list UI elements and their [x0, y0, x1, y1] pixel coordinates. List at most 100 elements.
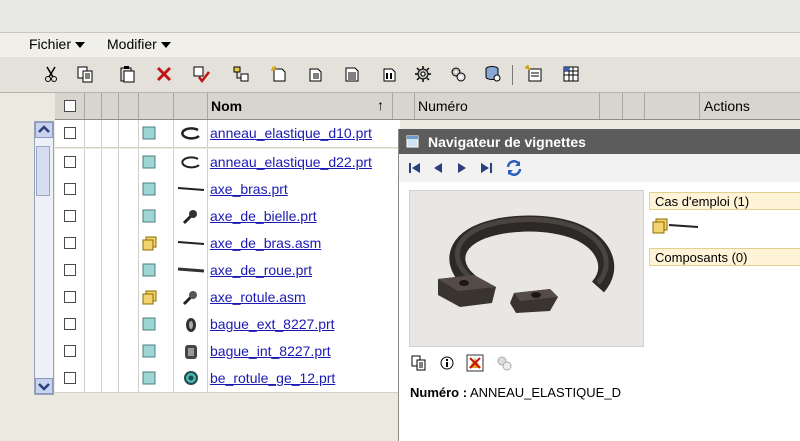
- row-col-2: [85, 338, 102, 365]
- number-value: ANNEAU_ELASTIQUE_D: [469, 385, 621, 400]
- next-page-icon[interactable]: [456, 162, 468, 174]
- table-view-icon[interactable]: [562, 65, 580, 83]
- previous-page-icon[interactable]: [432, 162, 444, 174]
- document-list-icon[interactable]: [343, 65, 361, 83]
- ball-joint-icon[interactable]: [182, 369, 200, 387]
- cut-icon[interactable]: [42, 65, 60, 83]
- row-name-link[interactable]: anneau_elastique_d22.prt: [210, 154, 372, 170]
- row-checkbox[interactable]: [64, 156, 76, 168]
- row-col-2: [85, 365, 102, 392]
- row-col-3: [102, 338, 119, 365]
- row-col-2: [85, 120, 102, 147]
- table-row[interactable]: axe_rotule.asm: [55, 284, 400, 312]
- sort-ascending-icon[interactable]: ↑: [377, 97, 384, 113]
- menu-modifier-label: Modifier: [107, 36, 157, 52]
- bushing-icon[interactable]: [183, 343, 199, 361]
- header-select-all-cell: [55, 93, 85, 119]
- thumbnail-preview[interactable]: [409, 190, 644, 347]
- table-row[interactable]: be_rotule_ge_12.prt: [55, 365, 400, 393]
- row-name-link[interactable]: bague_int_8227.prt: [210, 343, 331, 359]
- menu-fichier[interactable]: Fichier: [29, 36, 86, 52]
- row-name-link[interactable]: be_rotule_ge_12.prt: [210, 370, 335, 386]
- scroll-up-button[interactable]: [35, 122, 53, 138]
- row-select-cell: [55, 203, 85, 230]
- rod-icon[interactable]: [177, 238, 205, 248]
- used-in-accordion[interactable]: Cas d'emploi (1): [649, 192, 800, 210]
- table-row[interactable]: axe_bras.prt: [55, 176, 400, 204]
- row-name-link[interactable]: axe_de_bras.asm: [210, 235, 321, 251]
- vertical-scrollbar[interactable]: [34, 121, 54, 395]
- row-name-link[interactable]: anneau_elastique_d10.prt: [210, 125, 372, 141]
- rod-icon[interactable]: [177, 184, 205, 194]
- row-col-4: [119, 365, 139, 392]
- structure-icon[interactable]: [232, 65, 250, 83]
- delete-icon[interactable]: [155, 65, 173, 83]
- pin-icon[interactable]: [180, 207, 200, 227]
- row-col-2: [85, 311, 102, 338]
- open-viewer-icon[interactable]: [466, 354, 484, 372]
- menu-modifier[interactable]: Modifier: [107, 36, 171, 52]
- properties-icon[interactable]: [525, 65, 543, 83]
- scroll-down-button[interactable]: [35, 378, 53, 394]
- header-col-2: [85, 93, 102, 119]
- table-row[interactable]: anneau_elastique_d22.prt: [55, 149, 400, 177]
- header-thumbnail-col: [174, 93, 208, 119]
- row-select-cell: [55, 230, 85, 257]
- row-thumbnail-cell: [174, 149, 208, 176]
- row-name-link[interactable]: axe_de_bielle.prt: [210, 208, 317, 224]
- row-checkbox[interactable]: [64, 183, 76, 195]
- check-in-icon[interactable]: [192, 65, 210, 83]
- table-row[interactable]: bague_int_8227.prt: [55, 338, 400, 366]
- row-select-cell: [55, 176, 85, 203]
- bushing-icon[interactable]: [183, 316, 199, 334]
- ring-icon[interactable]: [178, 126, 204, 141]
- last-page-icon[interactable]: [479, 162, 493, 174]
- table-row[interactable]: bague_ext_8227.prt: [55, 311, 400, 339]
- table-row[interactable]: anneau_elastique_d10.prt: [55, 120, 400, 148]
- row-name-link[interactable]: axe_bras.prt: [210, 181, 288, 197]
- components-accordion[interactable]: Composants (0): [649, 248, 800, 266]
- revise-icon[interactable]: [380, 65, 398, 83]
- row-name-link[interactable]: axe_de_roue.prt: [210, 262, 312, 278]
- row-col-3: [102, 365, 119, 392]
- pin-icon[interactable]: [180, 288, 200, 308]
- row-thumbnail-cell: [174, 257, 208, 284]
- gears-icon[interactable]: [449, 65, 467, 83]
- paste-icon[interactable]: [118, 65, 136, 83]
- table-row[interactable]: axe_de_bielle.prt: [55, 203, 400, 231]
- row-checkbox[interactable]: [64, 210, 76, 222]
- header-name[interactable]: Nom ↑: [208, 93, 393, 119]
- row-checkbox[interactable]: [64, 291, 76, 303]
- table-row[interactable]: axe_de_bras.asm: [55, 230, 400, 258]
- row-select-cell: [55, 311, 85, 338]
- table-row[interactable]: axe_de_roue.prt: [55, 257, 400, 285]
- row-checkbox[interactable]: [64, 127, 76, 139]
- row-checkbox[interactable]: [64, 264, 76, 276]
- row-checkbox[interactable]: [64, 372, 76, 384]
- used-in-assembly-icon[interactable]: [652, 217, 700, 235]
- header-actions[interactable]: Actions: [700, 93, 800, 119]
- row-name-link[interactable]: axe_rotule.asm: [210, 289, 306, 305]
- row-checkbox[interactable]: [64, 318, 76, 330]
- select-all-checkbox[interactable]: [64, 100, 76, 112]
- info-icon[interactable]: [440, 356, 454, 370]
- rod-icon[interactable]: [177, 265, 205, 275]
- database-icon[interactable]: [484, 65, 502, 83]
- copy-icon[interactable]: [76, 65, 94, 83]
- ring-icon[interactable]: [178, 155, 204, 170]
- refresh-icon[interactable]: [505, 159, 523, 177]
- number-field: Numéro : ANNEAU_ELASTIQUE_D: [410, 385, 640, 400]
- row-checkbox[interactable]: [64, 345, 76, 357]
- row-col-4: [119, 176, 139, 203]
- settings-gear-icon[interactable]: [414, 65, 432, 83]
- new-part-icon[interactable]: [306, 65, 324, 83]
- new-document-icon[interactable]: [270, 65, 288, 83]
- first-page-icon[interactable]: [408, 162, 422, 174]
- scroll-thumb[interactable]: [36, 146, 50, 196]
- row-checkbox[interactable]: [64, 237, 76, 249]
- header-number[interactable]: Numéro: [415, 93, 600, 119]
- row-name-link[interactable]: bague_ext_8227.prt: [210, 316, 335, 332]
- copy-icon[interactable]: [411, 355, 427, 371]
- chevron-down-icon: [38, 383, 50, 391]
- row-col-4: [119, 338, 139, 365]
